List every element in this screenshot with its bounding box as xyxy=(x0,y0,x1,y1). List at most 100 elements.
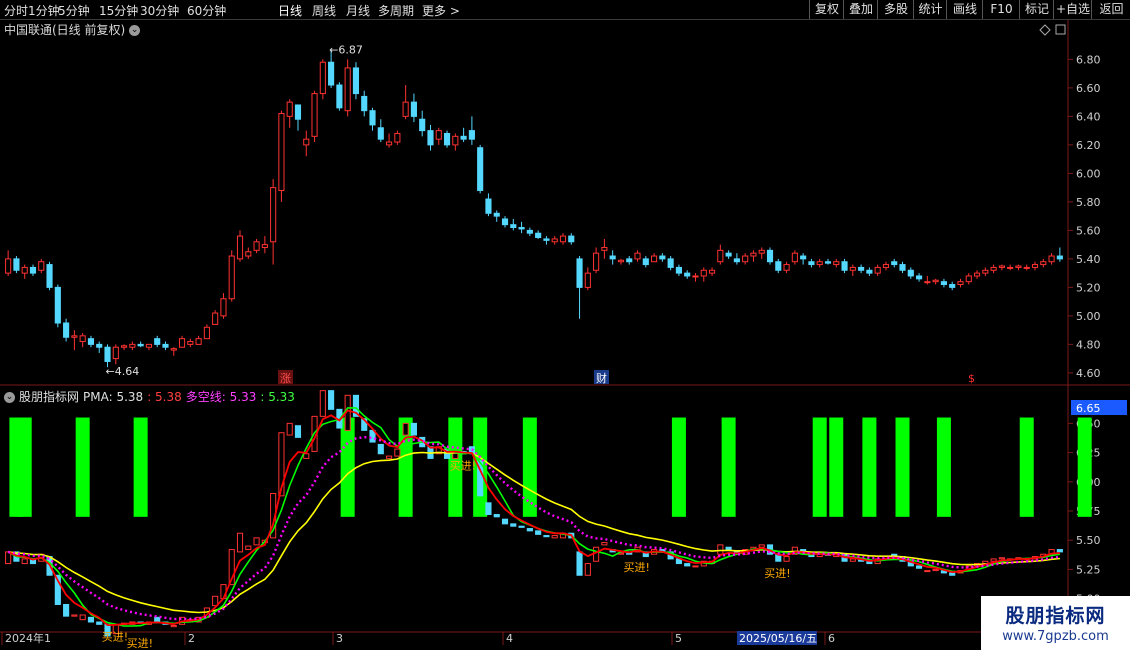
candle-body xyxy=(328,61,335,86)
ind-candle-body xyxy=(924,570,931,573)
price-tick-label: 6.80 xyxy=(1076,53,1101,66)
ind-candle-body xyxy=(485,502,492,516)
ind-candle-body xyxy=(236,532,244,553)
indicator-green-bar xyxy=(721,417,736,517)
candle-body xyxy=(162,343,169,348)
candle-body xyxy=(468,130,475,140)
candle-body xyxy=(700,269,707,277)
candle-body xyxy=(609,255,616,260)
ind-candle-body xyxy=(849,558,856,562)
candle-body xyxy=(833,261,840,266)
event-marker-2: $ xyxy=(968,372,975,385)
candle-body xyxy=(386,141,393,146)
date-label: 6 xyxy=(828,632,835,645)
candle-body xyxy=(708,269,716,274)
current-value-label: 6.65 xyxy=(1076,402,1101,415)
candle-body xyxy=(717,249,724,263)
candle-body xyxy=(1007,266,1014,269)
candle-body xyxy=(394,132,401,143)
diamond-icon xyxy=(1039,24,1051,36)
candle-body xyxy=(402,101,409,117)
buy-signal-label: 买进! xyxy=(624,561,650,574)
candle-body xyxy=(593,252,600,271)
candle-body xyxy=(137,343,144,347)
candle-body xyxy=(170,348,177,351)
ind-candle-body xyxy=(328,390,335,410)
candle-body xyxy=(79,335,86,343)
event-marker-0: 涨 xyxy=(280,372,291,385)
buy-signal-label: 买进! xyxy=(127,637,153,650)
ind-candle-body xyxy=(63,603,70,617)
ind-candle-body xyxy=(692,565,699,568)
candle-body xyxy=(601,246,608,251)
ind-candle-body xyxy=(998,557,1005,560)
ind-candle-body xyxy=(916,565,923,569)
candle-body xyxy=(187,341,194,345)
candle-body xyxy=(965,275,972,283)
ind-candle-body xyxy=(551,535,558,539)
price-tick-label: 5.00 xyxy=(1076,310,1101,323)
watermark-url: www.7gpzb.com xyxy=(1002,629,1109,644)
candle-body xyxy=(96,343,103,348)
candle-body xyxy=(824,261,832,264)
candle-body xyxy=(849,266,856,271)
candle-body xyxy=(460,135,467,140)
ind-candle-body xyxy=(154,616,161,623)
ind-candle-body xyxy=(319,390,326,417)
candle-body xyxy=(410,101,417,117)
candle-body xyxy=(21,266,28,274)
kline-chart[interactable]: 6.80 6.60 6.40 6.20 6.00 5.80 5.60 5.40 5.20 5.00… xyxy=(0,0,1130,650)
candle-body xyxy=(907,269,914,277)
ind-candle-body xyxy=(493,514,500,518)
ind-candle-body xyxy=(584,563,591,576)
candle-body xyxy=(38,261,45,271)
ind-candle-body xyxy=(725,546,732,551)
candle-body xyxy=(344,67,351,112)
candle-body xyxy=(369,110,376,126)
ind-tick-label: 5.25 xyxy=(1076,563,1101,576)
ind-candle-body xyxy=(394,448,401,457)
candle-body xyxy=(791,252,798,263)
ind-candle-body xyxy=(377,443,384,455)
candle-body xyxy=(617,259,625,263)
candle-body xyxy=(303,138,310,146)
candle-body xyxy=(510,224,517,229)
buy-signal-label: 买进! xyxy=(764,567,790,580)
candle-body xyxy=(543,238,550,241)
candle-body xyxy=(659,255,666,260)
candle-body xyxy=(1015,265,1022,268)
candle-body xyxy=(626,258,633,263)
candle-body xyxy=(1023,266,1030,269)
candle-body xyxy=(742,255,749,263)
candle-body xyxy=(493,212,500,217)
candle-body xyxy=(949,284,956,288)
date-label: 3 xyxy=(336,632,343,645)
candle-body xyxy=(129,343,136,348)
candle-body xyxy=(584,272,591,288)
price-tick-label: 5.80 xyxy=(1076,196,1101,209)
candle-body xyxy=(576,258,583,288)
candle-body xyxy=(940,281,947,286)
ind-candle-body xyxy=(1056,549,1063,553)
ind-candle-body xyxy=(71,614,78,617)
ind-candle-body xyxy=(684,563,691,567)
window-icon xyxy=(1055,24,1066,35)
price-tick-label: 6.40 xyxy=(1076,110,1101,123)
candle-body xyxy=(427,130,434,146)
candle-body xyxy=(13,258,20,271)
candle-body xyxy=(71,335,78,338)
candle-body xyxy=(361,95,368,112)
candle-body xyxy=(87,338,95,345)
indicator-green-bar xyxy=(133,417,148,517)
indicator-green-bar xyxy=(829,417,844,517)
candle-body xyxy=(286,101,293,117)
candle-body xyxy=(998,265,1005,268)
indicator-green-bar xyxy=(862,417,877,517)
candle-body xyxy=(236,235,244,260)
ind-candle-body xyxy=(990,558,997,562)
indicator-green-bar xyxy=(812,417,827,517)
price-tick-label: 6.20 xyxy=(1076,139,1101,152)
ind-candle-body xyxy=(286,422,293,436)
indicator-green-bar xyxy=(17,417,32,517)
ind-candle-body xyxy=(410,422,417,436)
